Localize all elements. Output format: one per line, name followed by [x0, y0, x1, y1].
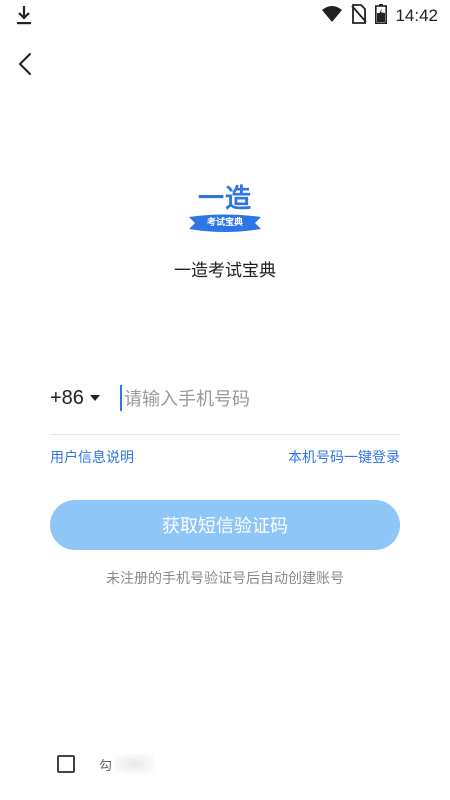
download-icon [14, 4, 34, 26]
get-sms-code-button[interactable]: 获取短信验证码 [50, 500, 400, 550]
agreement-checkbox[interactable] [57, 755, 75, 773]
agreement-obscured [114, 754, 155, 774]
wifi-icon [321, 5, 343, 27]
status-icons: 14:42 [321, 0, 438, 32]
logo-ribbon-text: 考试宝典 [206, 218, 243, 228]
back-button[interactable] [12, 50, 40, 78]
phone-number-input[interactable] [122, 382, 399, 416]
battery-charging-icon [375, 4, 388, 28]
chevron-left-icon [12, 53, 40, 82]
register-hint: 未注册的手机号验证号后自动创建账号 [106, 571, 344, 587]
agreement-row: 勾 [57, 751, 155, 777]
country-code-selector[interactable]: +86 [50, 384, 100, 412]
country-code: +86 [50, 386, 84, 409]
user-info-link[interactable]: 用户信息说明 [50, 447, 134, 467]
no-sim-icon [351, 4, 368, 28]
app-logo: 一造 考试宝典 [185, 178, 265, 234]
one-click-login-link[interactable]: 本机号码一键登录 [288, 447, 400, 467]
caret-down-icon [89, 395, 100, 401]
status-time: 14:42 [395, 6, 438, 25]
status-bar: 14:42 [0, 0, 450, 32]
logo-title: 一造 [197, 184, 252, 214]
phone-input-row: +86 [50, 374, 400, 435]
app-name: 一造考试宝典 [174, 261, 276, 281]
agreement-text: 勾 [99, 758, 113, 774]
